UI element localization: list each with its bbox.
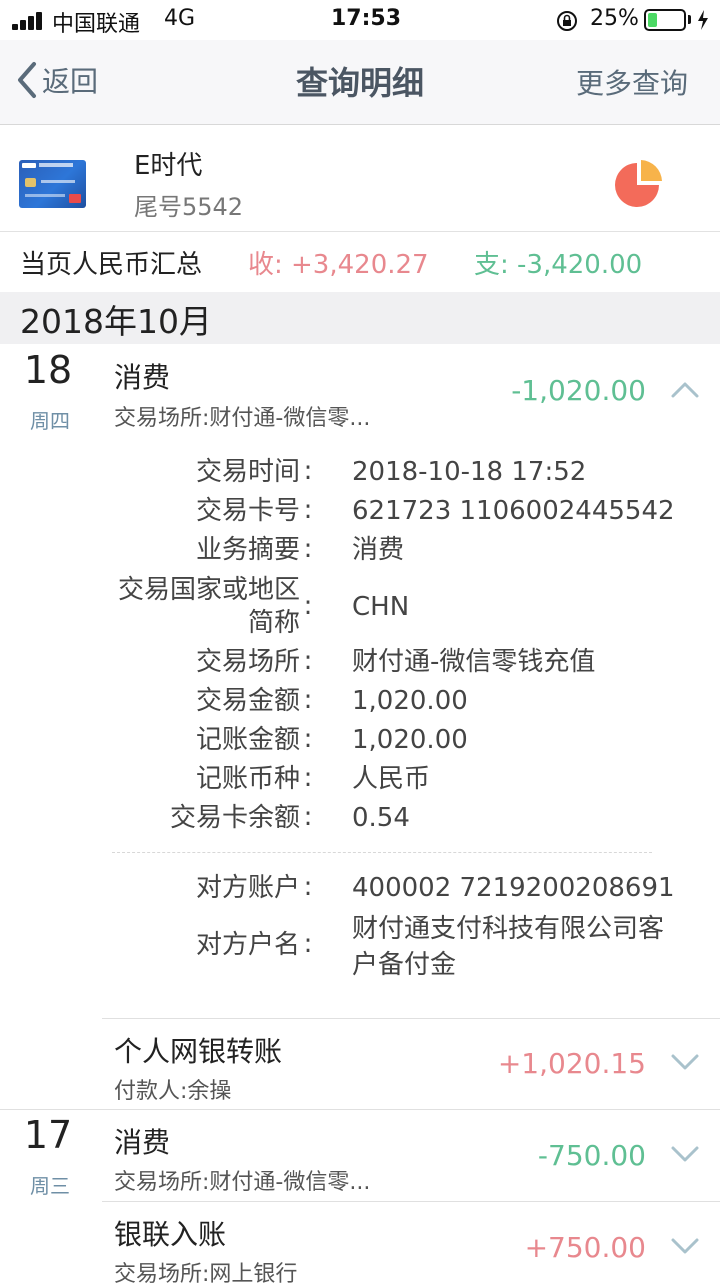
detail-label: 记账金额 [195,725,300,755]
chevron-up-icon[interactable] [670,380,700,400]
transaction-subtitle: 交易场所:网上银行 [114,1262,298,1287]
detail-value: CHN [352,592,410,622]
detail-value: 0.54 [352,803,410,833]
transaction-subtitle: 付款人:余操 [114,1079,232,1104]
detail-label: 业务摘要 [195,535,300,565]
detail-value: 消费 [352,535,405,565]
signal-icon [12,10,46,30]
detail-label: 交易场所 [195,647,300,677]
detail-label: 交易时间 [195,457,300,487]
detail-divider [112,852,652,853]
chevron-down-icon[interactable] [670,1052,700,1072]
transaction-title: 消费 [114,361,171,394]
month-header: 2018年10月 [0,292,720,344]
detail-value: 2018-10-18 17:52 [352,457,587,487]
summary-label: 当页人民币汇总 [20,250,203,280]
detail-colon: : [303,456,313,486]
battery-percent: 25% [590,6,639,31]
nav-bar: 返回 查询明细 更多查询 [0,40,720,125]
detail-value: 1,020.00 [352,686,468,716]
chevron-down-icon[interactable] [670,1236,700,1256]
rotation-lock-icon [557,11,577,31]
day-number: 17 [23,1113,73,1157]
detail-label: 交易金额 [195,686,300,716]
clock: 17:53 [331,6,402,31]
summary-bar: 当页人民币汇总 收: +3,420.27 支: -3,420.00 [0,232,720,290]
detail-colon: : [303,495,313,525]
transaction-title: 消费 [114,1126,171,1159]
transaction-amount: -1,020.00 [511,374,646,407]
detail-value: 财付通-微信零钱充值 [352,647,596,677]
detail-colon: : [303,872,313,902]
detail-colon: : [303,591,313,621]
day-number: 18 [23,348,73,392]
detail-label: 对方户名 [195,930,300,960]
detail-colon: : [303,685,313,715]
chevron-down-icon[interactable] [670,1144,700,1164]
transaction-amount: -750.00 [537,1139,646,1172]
income-total: 收: +3,420.27 [248,250,429,280]
detail-value: 621723 1106002445542 [352,496,675,526]
detail-label: 交易卡余额 [169,803,300,833]
bank-card-image [19,160,86,208]
detail-colon: : [303,802,313,832]
battery-tip [688,15,691,24]
battery-icon [644,9,686,31]
more-query-button[interactable]: 更多查询 [576,62,688,102]
detail-label: 交易国家或地区简称 [117,575,300,638]
battery-level [648,13,657,27]
day-weekday: 周四 [30,409,70,433]
detail-label: 记账币种 [195,764,300,794]
detail-colon: : [303,724,313,754]
transaction-amount: +1,020.15 [497,1047,646,1080]
card-name: E时代 [134,151,203,181]
expense-total: 支: -3,420.00 [474,250,643,280]
transaction-title: 个人网银转账 [114,1035,283,1068]
detail-value: 400002 7219200208691 [352,873,675,903]
day-weekday: 周三 [30,1174,70,1198]
network-type: 4G [164,6,196,31]
detail-colon: : [303,534,313,564]
pie-chart-icon[interactable] [612,160,662,210]
detail-colon: : [303,646,313,676]
transaction-amount: +750.00 [524,1231,646,1264]
detail-colon: : [303,763,313,793]
transaction-subtitle: 交易场所:财付通-微信零... [114,1170,371,1195]
detail-value: 人民币 [352,764,431,794]
month-label: 2018年10月 [20,302,212,341]
carrier-name: 中国联通 [52,12,141,37]
detail-label: 对方账户 [195,873,300,903]
charging-icon [698,10,708,30]
detail-value: 1,020.00 [352,725,468,755]
transaction-subtitle: 交易场所:财付通-微信零... [114,406,371,431]
status-bar: 中国联通 4G 17:53 25% [0,0,720,40]
transaction-title: 银联入账 [114,1218,227,1251]
card-number: 尾号5542 [134,193,244,221]
detail-value: 财付通支付科技有限公司客户备付金 [352,914,665,980]
detail-label: 交易卡号 [195,496,300,526]
detail-colon: : [303,929,313,959]
